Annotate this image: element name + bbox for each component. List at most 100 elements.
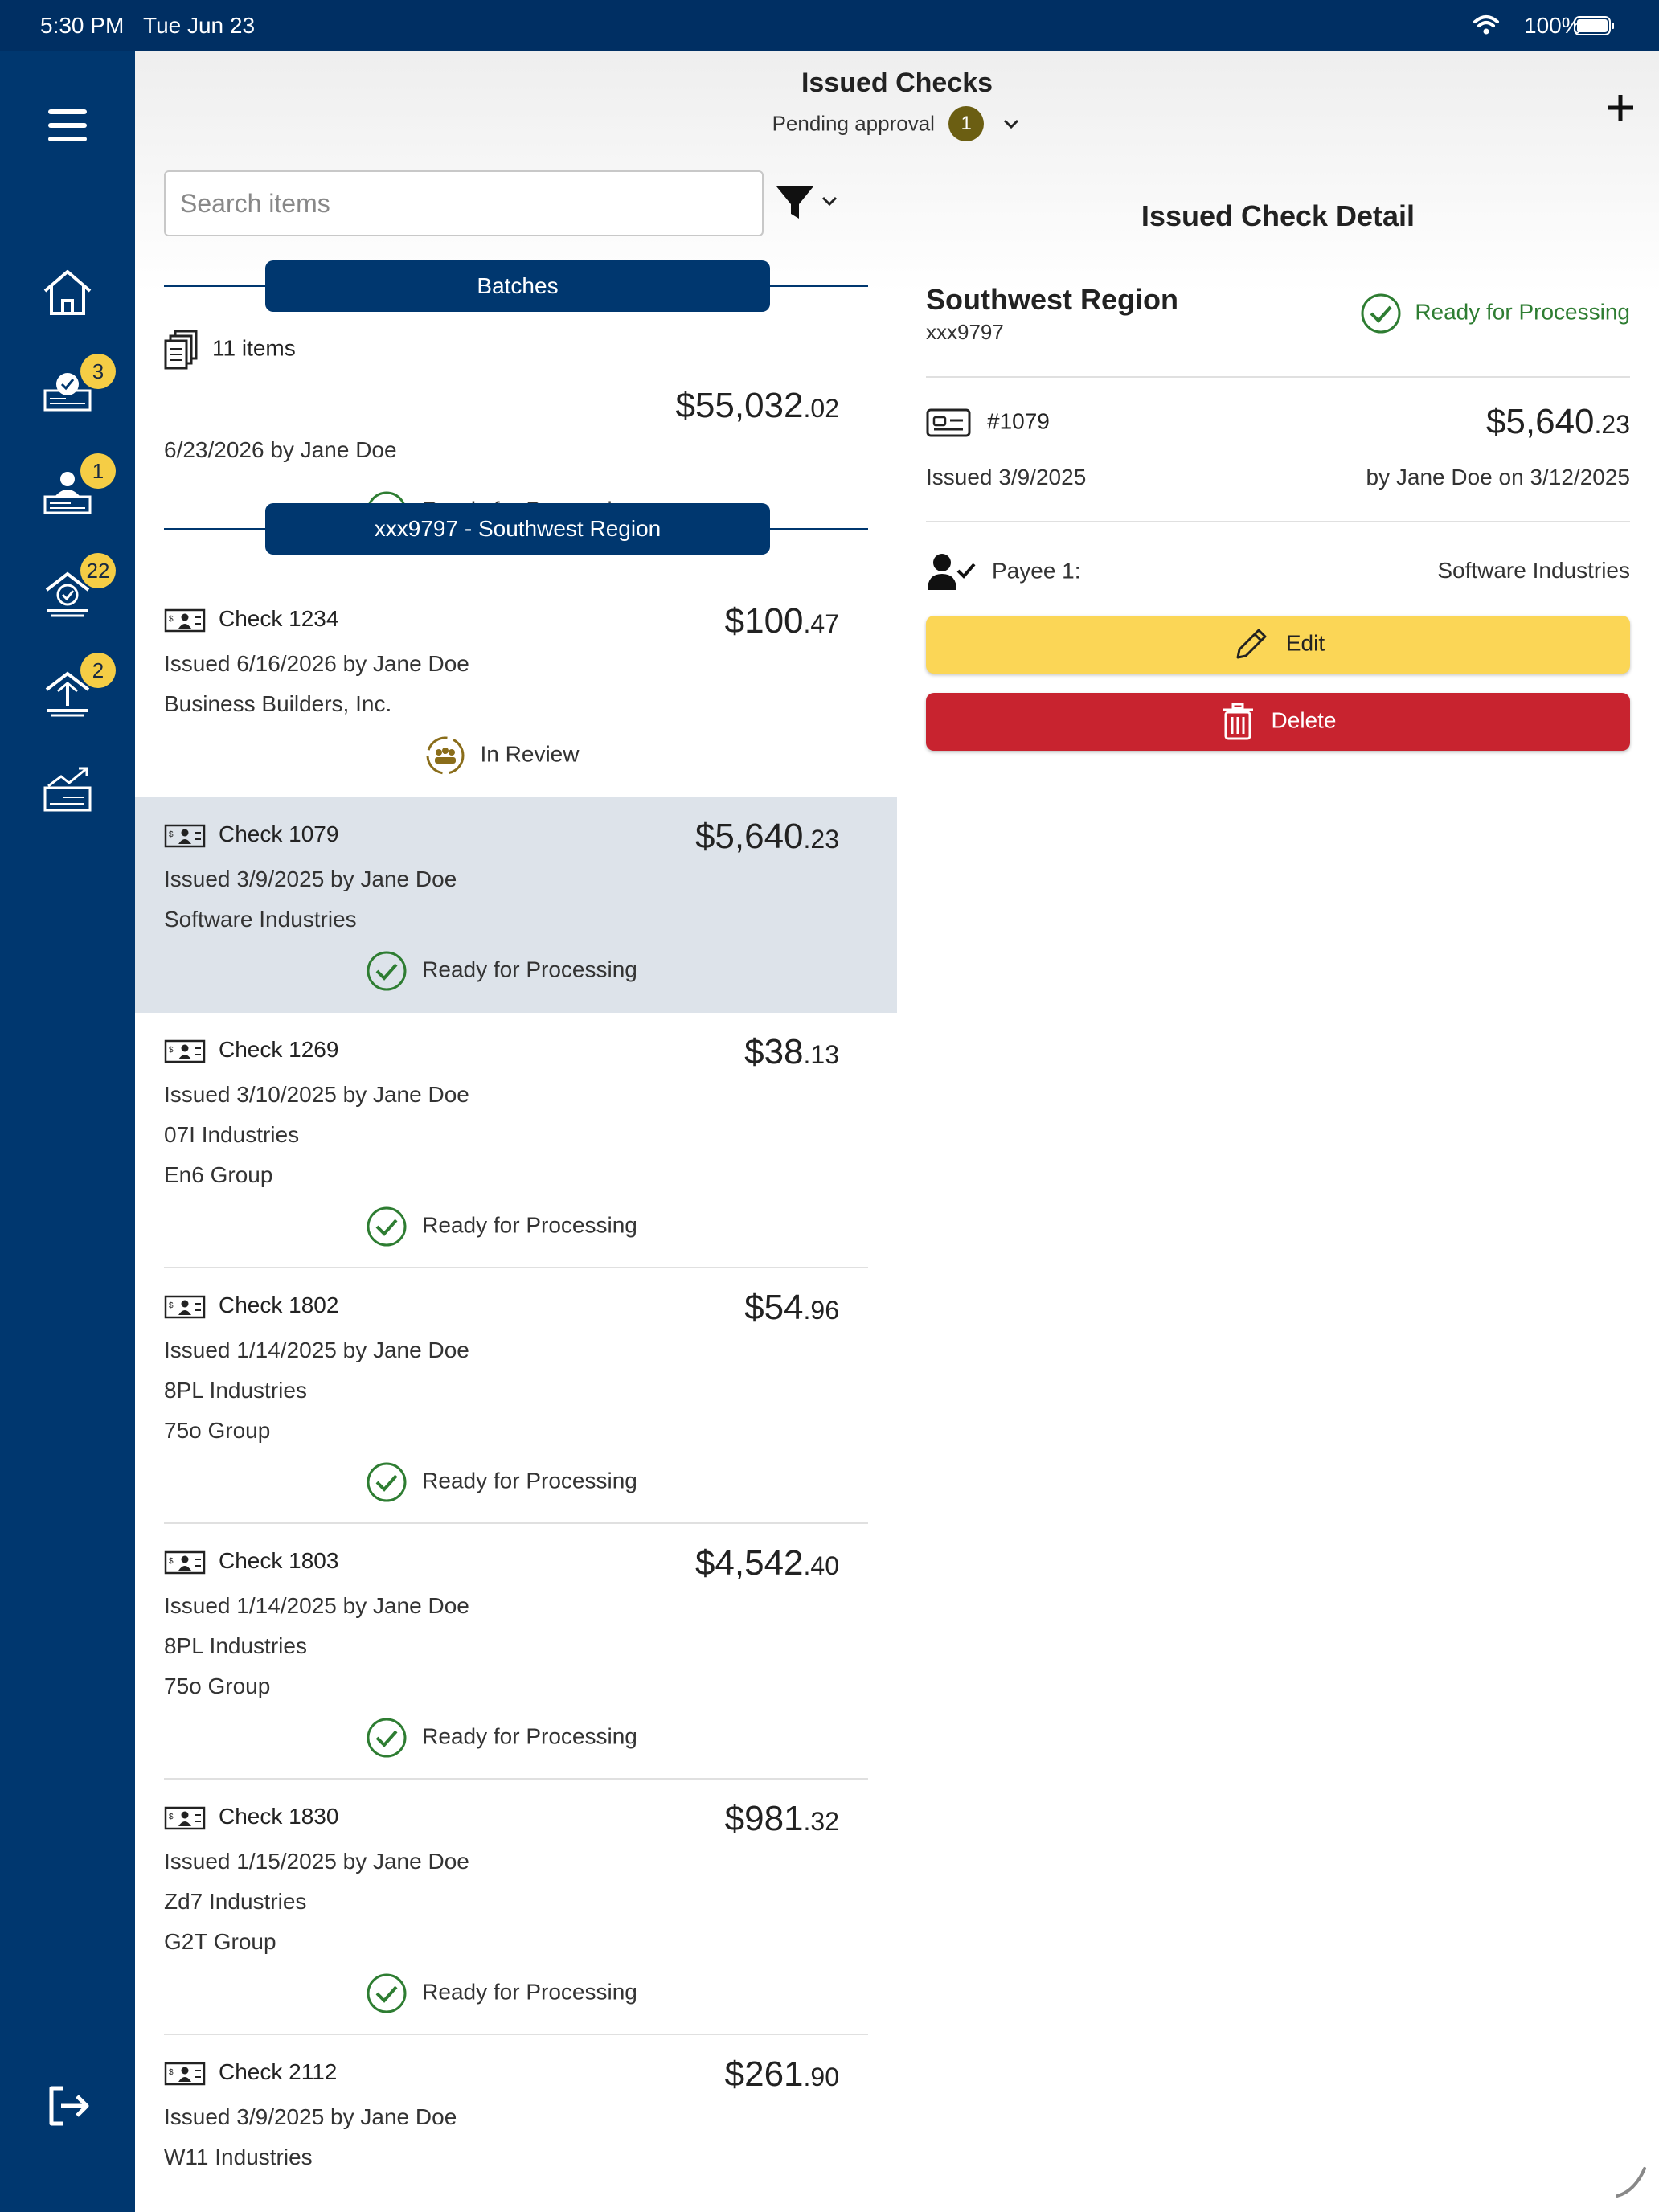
check-payee: Zd7 Industries bbox=[164, 1889, 307, 1914]
check-title: $ Check 1803 bbox=[164, 1548, 338, 1580]
delete-label: Delete bbox=[1271, 707, 1337, 733]
check-issued: Issued 3/9/2025 by Jane Doe bbox=[164, 2104, 457, 2129]
amount-cents: .90 bbox=[803, 2062, 839, 2091]
sidebar-badge: 3 bbox=[80, 354, 116, 389]
check-issued: Issued 3/9/2025 by Jane Doe bbox=[164, 866, 457, 891]
sidebar-item-deposit-approvals[interactable]: 22 bbox=[39, 553, 116, 621]
wifi-icon bbox=[1473, 15, 1499, 35]
check-payee: 07I Industries bbox=[164, 1122, 300, 1147]
check-payee: G2T Group bbox=[164, 1929, 276, 1954]
delete-button[interactable]: Delete bbox=[926, 693, 1630, 751]
status-bar: 5:30 PM Tue Jun 23 100% bbox=[0, 0, 1659, 51]
check-row[interactable]: $ Check 1802 $54.96 Issued 1/14/2025 by Jan… bbox=[135, 1268, 897, 1524]
sidebar-item-home[interactable] bbox=[39, 264, 96, 322]
amount-cents: .23 bbox=[1594, 410, 1630, 439]
check-payee: En6 Group bbox=[164, 1162, 273, 1187]
status-text: Ready for Processing bbox=[422, 1468, 637, 1493]
detail-amount: $5,640.23 bbox=[1486, 402, 1630, 442]
check-status: Ready for Processing bbox=[164, 1206, 839, 1247]
detail-payee-value: Software Industries bbox=[1437, 558, 1630, 583]
battery-percent: 100% bbox=[1524, 13, 1582, 38]
logout-button[interactable] bbox=[39, 2077, 96, 2135]
sidebar-item-payee-approvals[interactable]: 1 bbox=[39, 453, 116, 521]
status-time: 5:30 PM bbox=[40, 13, 125, 38]
check-status: Ready for Processing bbox=[164, 950, 839, 992]
check-icon: $ bbox=[164, 1039, 206, 1063]
battery-icon bbox=[1574, 16, 1614, 35]
ready-check-icon bbox=[367, 1718, 407, 1758]
person-check-icon bbox=[928, 554, 976, 590]
check-payee: 8PL Industries bbox=[164, 1633, 307, 1658]
check-icon: $ bbox=[164, 1806, 206, 1829]
check-row[interactable]: $ Check 1803 $4,542.40 Issued 1/14/2025 by … bbox=[135, 1524, 897, 1780]
amount-dollars: $981 bbox=[724, 1799, 804, 1838]
amount-cents: .96 bbox=[803, 1296, 839, 1325]
check-row[interactable]: $ Check 1269 $38.13 Issued 3/10/2025 by Jan… bbox=[135, 1013, 897, 1268]
trash-icon bbox=[1222, 703, 1253, 740]
sidebar-item-transfer-approvals[interactable]: 2 bbox=[39, 653, 116, 720]
sidebar-item-check-approvals[interactable]: 3 bbox=[39, 354, 116, 421]
ready-check-icon bbox=[367, 951, 407, 991]
check-title: $ Check 1802 bbox=[164, 1292, 338, 1325]
svg-text:$: $ bbox=[169, 1046, 174, 1055]
ready-check-icon bbox=[367, 1206, 407, 1247]
resize-handle-icon bbox=[1616, 2167, 1646, 2198]
logout-icon bbox=[49, 2086, 89, 2126]
divider bbox=[926, 376, 1630, 378]
check-title-text: Check 1803 bbox=[219, 1548, 339, 1573]
detail-issued: Issued 3/9/2025 bbox=[926, 465, 1087, 490]
check-issued: Issued 1/15/2025 by Jane Doe bbox=[164, 1849, 469, 1874]
check-amount: $981.32 bbox=[725, 1799, 839, 1839]
check-amount: $54.96 bbox=[744, 1288, 839, 1328]
svg-text:$: $ bbox=[169, 1813, 174, 1821]
status-text: Ready for Processing bbox=[422, 1723, 637, 1749]
ready-check-icon bbox=[367, 1973, 407, 2013]
detail-payee-label: Payee 1: bbox=[926, 550, 1081, 595]
amount-dollars: $38 bbox=[744, 1032, 804, 1071]
sidebar-item-reports[interactable] bbox=[39, 762, 96, 820]
check-amount: $38.13 bbox=[744, 1032, 839, 1072]
amount-dollars: $5,640 bbox=[1485, 402, 1595, 441]
check-icon: $ bbox=[164, 1550, 206, 1574]
check-issued: Issued 1/14/2025 by Jane Doe bbox=[164, 1593, 469, 1618]
detail-panel: Southwest Region xxx9797 Ready for Proce… bbox=[135, 51, 1659, 855]
edit-label: Edit bbox=[1285, 630, 1325, 656]
check-payee: 8PL Industries bbox=[164, 1378, 307, 1403]
check-title-text: Check 2112 bbox=[219, 2059, 338, 2084]
chart-check-icon bbox=[43, 767, 92, 812]
check-amount: $4,542.40 bbox=[695, 1543, 839, 1583]
check-title: $ Check 1269 bbox=[164, 1037, 338, 1069]
check-status: Ready for Processing bbox=[164, 1972, 839, 2014]
check-amount: $261.90 bbox=[725, 2054, 839, 2095]
check-title-text: Check 1830 bbox=[219, 1804, 339, 1829]
sidebar: 3 1 22 2 bbox=[0, 51, 135, 2212]
amount-cents: .40 bbox=[803, 1551, 839, 1580]
check-row[interactable]: $ Check 2112 $261.90 Issued 3/9/2025 by Jan… bbox=[135, 2035, 897, 2199]
detail-region-name: Southwest Region bbox=[926, 283, 1178, 316]
pencil-icon bbox=[1236, 629, 1267, 659]
divider bbox=[926, 521, 1630, 522]
amount-cents: .13 bbox=[803, 1040, 839, 1069]
ready-check-icon bbox=[1361, 293, 1401, 334]
check-icon: $ bbox=[164, 1295, 206, 1318]
check-issued: Issued 1/14/2025 by Jane Doe bbox=[164, 1337, 469, 1362]
check-payee: Software Industries bbox=[164, 907, 357, 932]
sidebar-badge: 1 bbox=[80, 453, 116, 489]
status-date: Tue Jun 23 bbox=[143, 13, 256, 38]
status-text: Ready for Processing bbox=[422, 1212, 637, 1238]
check-number-text: #1079 bbox=[987, 408, 1050, 434]
check-issued: Issued 3/10/2025 by Jane Doe bbox=[164, 1082, 469, 1107]
svg-text:$: $ bbox=[169, 1301, 174, 1310]
amount-dollars: $261 bbox=[724, 2054, 804, 2094]
menu-button[interactable] bbox=[39, 96, 96, 154]
amount-dollars: $54 bbox=[744, 1288, 804, 1327]
status-text: Ready for Processing bbox=[422, 956, 637, 982]
check-card-icon bbox=[926, 408, 971, 437]
edit-button[interactable]: Edit bbox=[926, 616, 1630, 674]
ready-check-icon bbox=[367, 1462, 407, 1502]
svg-text:$: $ bbox=[169, 2068, 174, 2077]
check-row[interactable]: $ Check 1830 $981.32 Issued 1/15/2025 by Ja… bbox=[135, 1780, 897, 2035]
sidebar-badge: 2 bbox=[80, 653, 116, 688]
status-text: Ready for Processing bbox=[422, 1979, 637, 2005]
svg-text:$: $ bbox=[169, 1557, 174, 1566]
